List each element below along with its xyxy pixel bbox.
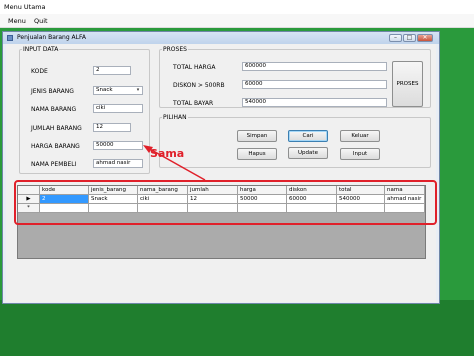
annotation-arrow-icon [143,145,206,181]
annotation-label: Sama [150,147,185,160]
